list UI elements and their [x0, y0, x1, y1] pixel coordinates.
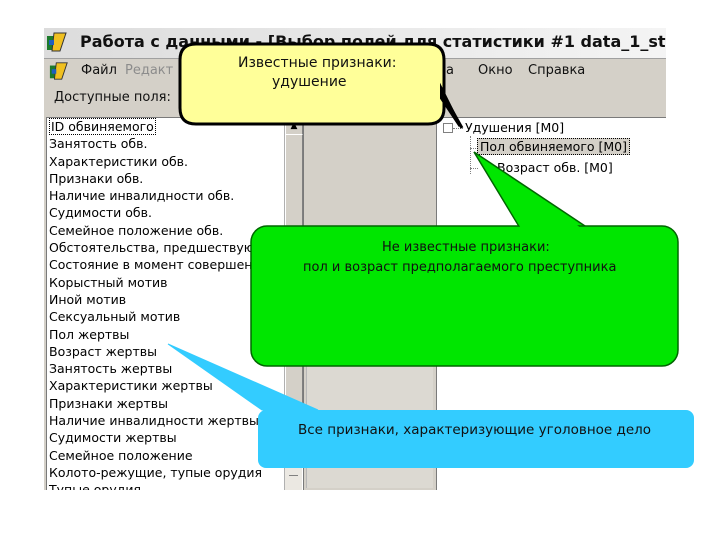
- unknown-callout-title: Не известные признаки:: [382, 240, 550, 255]
- unknown-callout-text: пол и возраст предполагаемого преступник…: [303, 260, 617, 275]
- known-callout-text: удушение: [272, 74, 347, 90]
- known-callout-title: Известные признаки:: [238, 55, 397, 71]
- all-callout-text: Все признаки, характеризующие уголовное …: [298, 422, 652, 438]
- unknown-callout-cover: [478, 156, 584, 230]
- all-callout-shape: [258, 410, 694, 468]
